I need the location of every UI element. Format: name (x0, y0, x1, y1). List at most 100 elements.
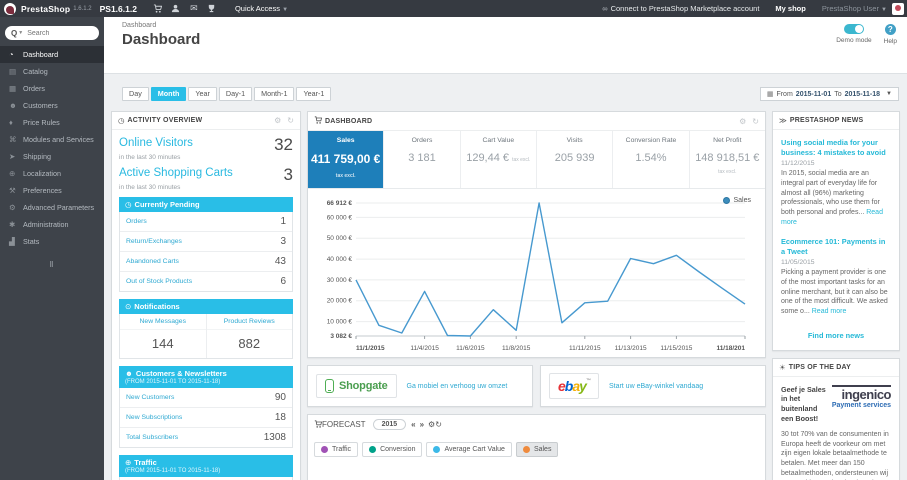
dashboard-settings-gear-icon[interactable]: ⚙ (739, 117, 746, 126)
panel-refresh-icon[interactable]: ↻ (287, 116, 294, 125)
sales-chart: Sales 66 912 € 60 000 € 50 000 € 40 000 € 30… (308, 189, 765, 357)
user-menu[interactable]: PrestaShop User ▼ (822, 4, 887, 13)
date-filter-bar: Day Month Year Day-1 Month-1 Year-1 ▦ Fr… (104, 74, 907, 111)
customers-quick-icon[interactable] (167, 4, 185, 13)
forecast-next-icon[interactable]: » (420, 420, 424, 429)
read-more-link[interactable]: Read more (812, 308, 847, 315)
ingenico-logo: ingenico Payment services (831, 384, 892, 410)
kpi-net-profit[interactable]: Net Profit 148 918,51 € tax excl. (690, 131, 765, 188)
my-shop-link[interactable]: My shop (775, 4, 805, 13)
ebay-banner[interactable]: ebay™ Start uw eBay-winkel vandaag (540, 365, 766, 407)
sidebar-collapse-toggle[interactable]: ‖ (0, 260, 104, 269)
tips-heading: Geef je Sales in het buitenland een Boos… (781, 384, 826, 423)
date-range-picker[interactable]: ▦ From 2015-11-01 To 2015-11-18 ▼ (759, 87, 899, 101)
forecast-panel: FORECAST 2015 « » ⚙↻ Traffic Conversion … (307, 414, 766, 480)
forecast-tab-conversion[interactable]: Conversion (362, 442, 423, 457)
online-visitors-link[interactable]: Online Visitors (119, 137, 193, 149)
total-subscribers-row[interactable]: Total Subscribers 1308 (120, 428, 292, 447)
sidebar-search[interactable]: Q ▼ (5, 26, 99, 40)
ebay-link[interactable]: Start uw eBay-winkel vandaag (609, 383, 703, 390)
sidebar-item-preferences[interactable]: ⚒ Preferences (0, 182, 104, 199)
sidebar-item-stats[interactable]: ▟ Stats (0, 233, 104, 250)
quick-access-menu[interactable]: Quick Access ▼ (235, 4, 288, 13)
news-article-date: 11/05/2015 (781, 259, 815, 267)
sidebar-item-advanced-parameters[interactable]: ⚙ Advanced Parameters (0, 199, 104, 216)
news-article: Ecommerce 101: Payments in a Tweet 11/05… (781, 237, 891, 317)
forecast-tab-sales[interactable]: Sales (515, 442, 559, 457)
new-customers-row[interactable]: New Customers 90 (120, 388, 292, 408)
breadcrumb[interactable]: Dashboard (104, 17, 907, 29)
page-title: Dashboard (122, 31, 201, 48)
demo-mode-toggle[interactable] (843, 24, 864, 34)
pending-out-of-stock-row[interactable]: Out of Stock Products 6 (120, 272, 292, 291)
news-panel-title: PRESTASHOP NEWS (789, 117, 864, 124)
messages-icon[interactable]: ✉ (185, 4, 203, 13)
sales-legend-dot-icon (723, 197, 731, 204)
forecast-year-selector[interactable]: 2015 (372, 419, 407, 430)
help-label: Help (883, 38, 897, 45)
advanced-parameters-icon: ⚙ (9, 203, 16, 212)
svg-text:11/18/201: 11/18/201 (716, 345, 745, 352)
find-more-news-link[interactable]: Find more news (781, 327, 891, 342)
page-header: Dashboard Dashboard Demo mode ? Help (104, 17, 907, 74)
help-control: ? Help (884, 24, 897, 45)
svg-text:11/4/2015: 11/4/2015 (410, 345, 439, 352)
product-reviews-cell[interactable]: Product Reviews 882 (206, 314, 292, 358)
module-banners: Shopgate Ga mobiel en verhoog uw omzet e… (307, 365, 766, 407)
kpi-cart-value[interactable]: Cart Value 129,44 € tax excl. (461, 131, 537, 188)
customers-section-icon: ☻ (125, 369, 133, 378)
forecast-refresh-icon[interactable]: ↻ (435, 420, 442, 429)
localization-icon: ⊕ (9, 169, 16, 178)
pending-orders-row[interactable]: Orders 1 (120, 212, 292, 232)
svg-text:50 000 €: 50 000 € (327, 235, 353, 242)
search-icon: Q (11, 28, 18, 38)
news-article-title[interactable]: Ecommerce 101: Payments in a Tweet (781, 237, 891, 256)
shopgate-link[interactable]: Ga mobiel en verhoog uw omzet (407, 383, 508, 390)
new-messages-cell[interactable]: New Messages 144 (120, 314, 207, 358)
pending-abandoned-carts-row[interactable]: Abandoned Carts 43 (120, 252, 292, 272)
sidebar-item-orders[interactable]: ▦ Orders (0, 80, 104, 97)
kpi-orders[interactable]: Orders 3 181 (384, 131, 461, 188)
range-day-1-button[interactable]: Day-1 (218, 87, 253, 101)
sidebar-item-administration[interactable]: ✱ Administration (0, 216, 104, 233)
kpi-conversion-rate[interactable]: Conversion Rate 1.54% (613, 131, 690, 188)
sidebar-item-shipping[interactable]: ➤ Shipping (0, 148, 104, 165)
forecast-tab-traffic[interactable]: Traffic (314, 442, 359, 457)
range-year-button[interactable]: Year (188, 87, 217, 101)
svg-text:11/1/2015: 11/1/2015 (356, 345, 385, 352)
shopgate-banner[interactable]: Shopgate Ga mobiel en verhoog uw omzet (307, 365, 533, 407)
sidebar-item-catalog[interactable]: ▤ Catalog (0, 63, 104, 80)
sidebar-item-price-rules[interactable]: ♦ Price Rules (0, 114, 104, 131)
forecast-tab-average-cart-value[interactable]: Average Cart Value (426, 442, 512, 457)
kpi-sales[interactable]: Sales 411 759,00 € tax excl. (308, 131, 385, 188)
range-day-button[interactable]: Day (122, 87, 149, 101)
svg-text:11/8/2015: 11/8/2015 (502, 345, 531, 352)
cart-icon[interactable] (149, 4, 167, 13)
svg-text:11/6/2015: 11/6/2015 (456, 345, 485, 352)
new-subscriptions-row[interactable]: New Subscriptions 18 (120, 408, 292, 428)
sidebar-item-dashboard[interactable]: ◔ Dashboard (0, 46, 104, 63)
range-month-1-button[interactable]: Month-1 (254, 87, 295, 101)
dashboard-refresh-icon[interactable]: ↻ (752, 117, 759, 126)
kpi-visits[interactable]: Visits 205 939 (537, 131, 614, 188)
search-input[interactable] (27, 29, 86, 37)
active-carts-link[interactable]: Active Shopping Carts (119, 167, 233, 179)
panel-settings-gear-icon[interactable]: ⚙ (274, 116, 281, 125)
pending-returns-row[interactable]: Return/Exchanges 3 (120, 232, 292, 252)
help-icon[interactable]: ? (884, 24, 896, 35)
active-carts-sub: in the last 30 minutes (119, 184, 181, 191)
tips-body: 30 tot 70% van de consumenten in Europa … (781, 430, 889, 478)
sidebar-item-customers[interactable]: ☻ Customers (0, 97, 104, 114)
sidebar-item-modules-and-services[interactable]: ⌘ Modules and Services (0, 131, 104, 148)
news-article-title[interactable]: Using social media for your business: 4 … (781, 138, 891, 157)
user-avatar[interactable] (892, 2, 904, 15)
sidebar-item-localization[interactable]: ⊕ Localization (0, 165, 104, 182)
search-scope-caret-icon[interactable]: ▼ (18, 30, 23, 36)
forecast-prev-icon[interactable]: « (411, 420, 415, 429)
notifications-header: ⊙ Notifications (119, 299, 293, 314)
range-month-button[interactable]: Month (150, 87, 187, 101)
trophy-icon[interactable] (203, 4, 221, 13)
marketplace-link[interactable]: ∞ Connect to PrestaShop Marketplace accou… (602, 4, 759, 13)
range-year-1-button[interactable]: Year-1 (296, 87, 332, 101)
shop-name[interactable]: PS1.6.1.2 (100, 4, 137, 14)
